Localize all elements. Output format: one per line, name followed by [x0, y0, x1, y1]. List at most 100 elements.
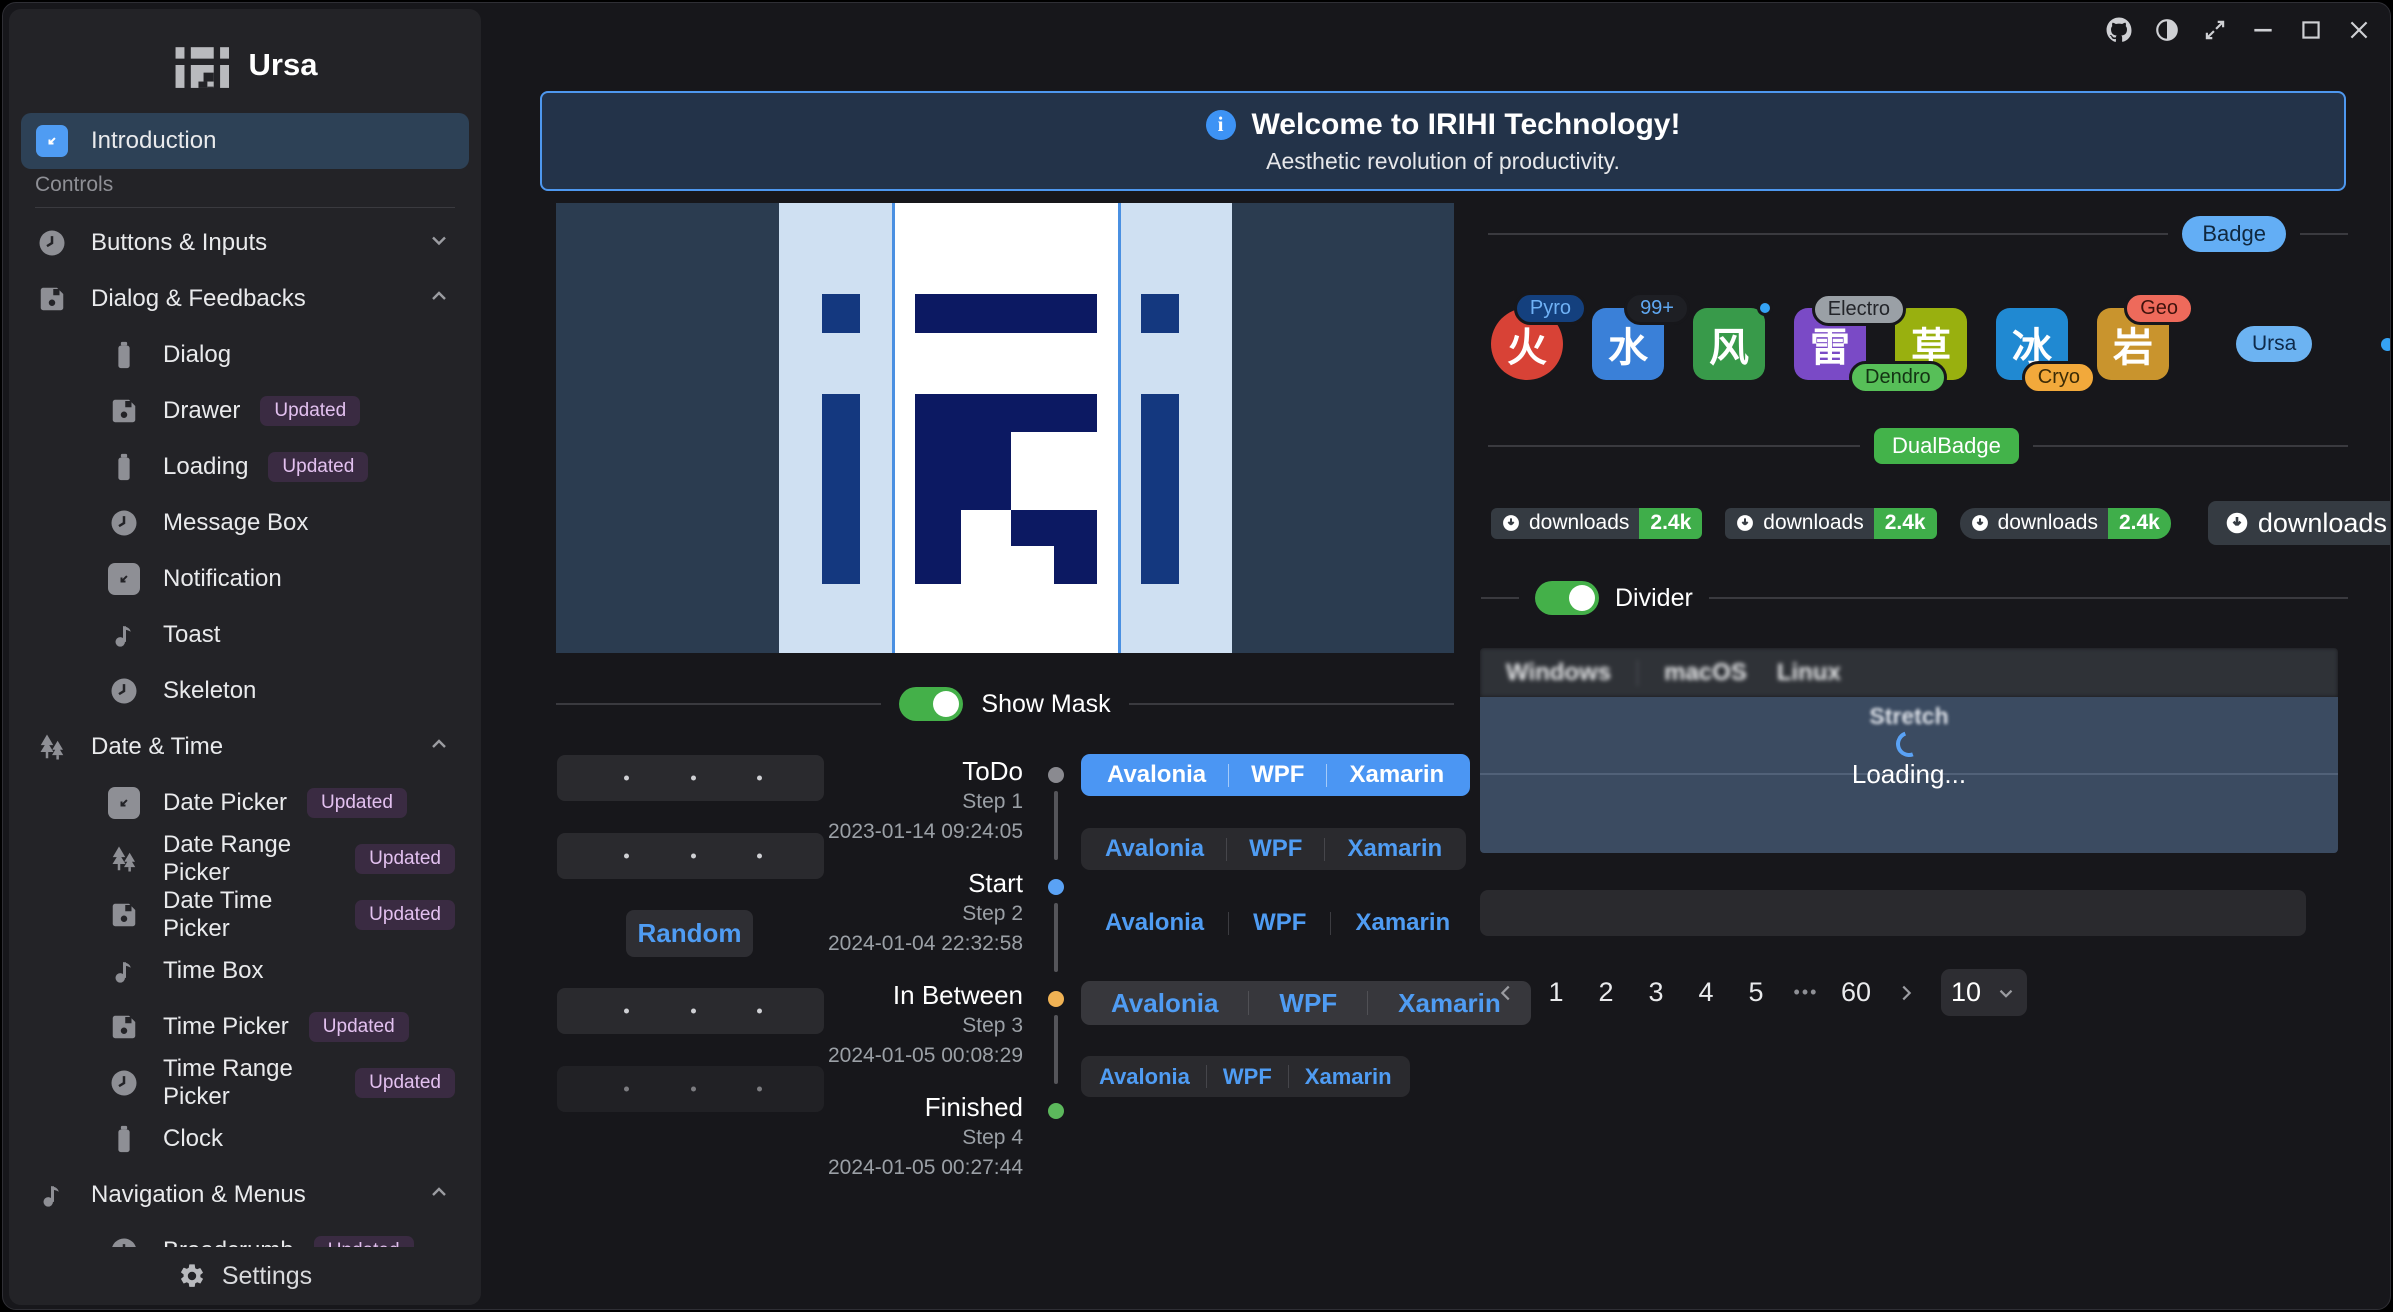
group-button-avalonia[interactable]: Avalonia [1105, 909, 1204, 937]
download-badge-label: downloads [1763, 511, 1863, 535]
welcome-banner: i Welcome to IRIHI Technology! Aesthetic… [540, 91, 2346, 191]
sidebar-item-time-range-picker[interactable]: Time Range PickerUpdated [21, 1055, 469, 1111]
page-button-2[interactable]: 2 [1585, 970, 1627, 1016]
page-prev-button[interactable] [1485, 970, 1527, 1016]
text-input[interactable] [1480, 890, 2306, 936]
group-button-avalonia[interactable]: Avalonia [1099, 1064, 1190, 1090]
page-ellipsis[interactable]: ••• [1785, 982, 1827, 1003]
badge-divider-pill: Badge [2182, 216, 2286, 252]
show-mask-toggle[interactable] [899, 687, 963, 721]
theme-toggle-icon[interactable] [2150, 13, 2184, 47]
group-button-xamarin[interactable]: Xamarin [1347, 835, 1442, 863]
timeline: ToDoStep 12023-01-14 09:24:05StartStep 2… [773, 743, 1103, 1203]
sidebar-item-date-picker[interactable]: Date PickerUpdated [21, 775, 469, 831]
sidebar-item-dialog[interactable]: Dialog [21, 327, 469, 383]
sidebar-item-time-box[interactable]: Time Box [21, 943, 469, 999]
group-button-avalonia[interactable]: Avalonia [1107, 761, 1206, 789]
group-button-wpf[interactable]: WPF [1253, 909, 1306, 937]
sidebar-item-introduction[interactable]: Introduction [21, 113, 469, 169]
tab-macos[interactable]: macOS [1638, 659, 1773, 687]
chevron-up-icon[interactable] [427, 284, 451, 315]
note-icon [107, 954, 141, 988]
dualbadge-divider-pill: DualBadge [1874, 428, 2019, 464]
close-icon[interactable] [2342, 13, 2376, 47]
sidebar-item-loading[interactable]: LoadingUpdated [21, 439, 469, 495]
sidebar-item-drawer[interactable]: DrawerUpdated [21, 383, 469, 439]
download-badge: downloads2.4k [1725, 508, 1936, 539]
clock-icon [35, 226, 69, 260]
sidebar-item-date-range-picker[interactable]: Date Range PickerUpdated [21, 831, 469, 887]
sidebar-nav: IntroductionControlsButtons & InputsDial… [9, 113, 481, 1305]
timeline-step-label: Step 1 [962, 790, 1023, 814]
page-next-button[interactable] [1885, 970, 1927, 1016]
sidebar-item-navigation-menus[interactable]: Navigation & Menus [21, 1167, 469, 1223]
maximize-icon[interactable] [2294, 13, 2328, 47]
random-button[interactable]: Random [626, 910, 753, 957]
tab-windows[interactable]: Windows [1480, 659, 1637, 687]
page-button-4[interactable]: 4 [1685, 970, 1727, 1016]
group-button-wpf[interactable]: WPF [1251, 761, 1304, 789]
download-badge-label: downloads [2258, 508, 2387, 539]
group-button-xamarin[interactable]: Xamarin [1349, 761, 1444, 789]
divider-toggle[interactable] [1535, 581, 1599, 615]
settings-button[interactable]: Settings [9, 1247, 481, 1305]
updated-badge: Updated [355, 900, 455, 930]
group-button-xamarin[interactable]: Xamarin [1355, 909, 1450, 937]
sidebar-item-message-box[interactable]: Message Box [21, 495, 469, 551]
sidebar-item-date-time-picker[interactable]: Date Time PickerUpdated [21, 887, 469, 943]
page-button-60[interactable]: 60 [1835, 970, 1877, 1016]
download-icon [2224, 510, 2250, 536]
group-button-avalonia[interactable]: Avalonia [1111, 988, 1218, 1019]
group-button-wpf[interactable]: WPF [1223, 1064, 1272, 1090]
group-button-wpf[interactable]: WPF [1249, 835, 1302, 863]
sidebar-item-time-picker[interactable]: Time PickerUpdated [21, 999, 469, 1055]
sidebar-item-label: Time Picker [163, 1013, 289, 1041]
chevron-up-icon[interactable] [427, 732, 451, 763]
sidebar-item-date-time[interactable]: Date & Time [21, 719, 469, 775]
chevron-up-icon[interactable] [427, 1180, 451, 1211]
clock-icon [107, 674, 141, 708]
arrow-square-icon [107, 562, 141, 596]
updated-badge: Updated [260, 396, 360, 426]
page-button-1[interactable]: 1 [1535, 970, 1577, 1016]
group-button-avalonia[interactable]: Avalonia [1105, 835, 1204, 863]
badge-pyro: Pyro [1514, 292, 1587, 325]
irihi-logo-image [556, 203, 1454, 653]
badge-tile-风: 风 [1693, 308, 1765, 380]
timeline-step-time: 2024-01-05 00:08:29 [828, 1044, 1023, 1068]
sidebar-item-notification[interactable]: Notification [21, 551, 469, 607]
tab-linux[interactable]: Linux [1773, 659, 1845, 687]
sidebar-item-label: Clock [163, 1125, 223, 1153]
page-size-dropdown[interactable]: 10 [1941, 969, 2027, 1016]
page-button-5[interactable]: 5 [1735, 970, 1777, 1016]
info-icon: i [1206, 110, 1236, 140]
sidebar-item-clock[interactable]: Clock [21, 1111, 469, 1167]
chevron-down-icon[interactable] [427, 228, 451, 259]
sidebar-item-label: Date Range Picker [163, 831, 335, 887]
download-badges: downloads2.4kdownloads2.4kdownloads2.4kd… [1491, 499, 2391, 547]
sidebar-item-label: Skeleton [163, 677, 256, 705]
sidebar-item-toast[interactable]: Toast [21, 607, 469, 663]
loading-text: Loading... [1852, 759, 1966, 790]
timeline-step-label: Step 3 [962, 1014, 1023, 1038]
github-icon[interactable] [2102, 13, 2136, 47]
sidebar-item-dialog-feedbacks[interactable]: Dialog & Feedbacks [21, 271, 469, 327]
fullscreen-icon[interactable] [2198, 13, 2232, 47]
minimize-icon[interactable] [2246, 13, 2280, 47]
sidebar-item-buttons-inputs[interactable]: Buttons & Inputs [21, 215, 469, 271]
app-title: Ursa [249, 47, 318, 83]
sidebar-item-skeleton[interactable]: Skeleton [21, 663, 469, 719]
button-group-ghost: Avalonia WPF Xamarin [1081, 902, 1474, 944]
badge-electro: Electro [1812, 293, 1906, 326]
timeline-step-time: 2024-01-05 00:27:44 [828, 1156, 1023, 1180]
timeline-step-time: 2023-01-14 09:24:05 [828, 820, 1023, 844]
app-window: Ursa IntroductionControlsButtons & Input… [2, 2, 2391, 1310]
button-group-solid: Avalonia WPF Xamarin [1081, 754, 1470, 796]
badge-tile-冰: 冰Cryo [1996, 308, 2068, 380]
group-button-wpf[interactable]: WPF [1279, 988, 1337, 1019]
divider-label: Divider [1615, 584, 1693, 613]
group-button-xamarin[interactable]: Xamarin [1305, 1064, 1392, 1090]
timeline-dot [1048, 1103, 1064, 1119]
page-button-3[interactable]: 3 [1635, 970, 1677, 1016]
note-icon [35, 1178, 69, 1212]
